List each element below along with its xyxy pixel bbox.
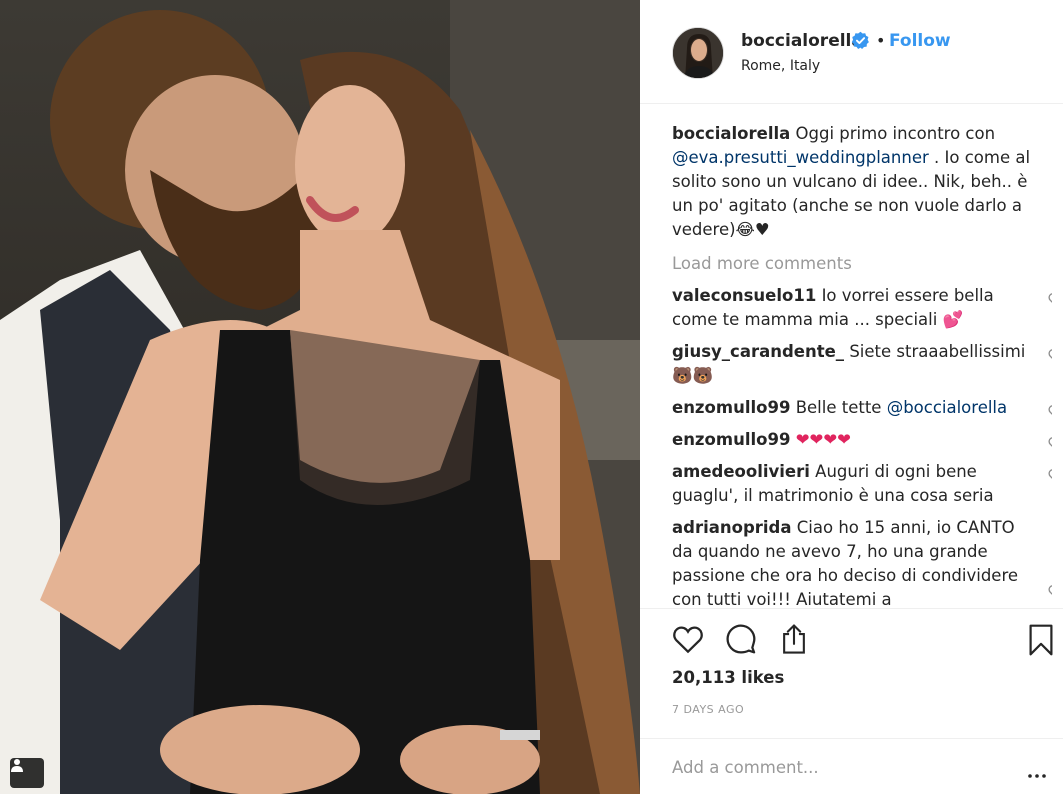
- bookmark-icon[interactable]: [1028, 623, 1054, 661]
- verified-badge-icon: [851, 31, 870, 50]
- comment-text: ❤❤❤❤: [795, 430, 851, 449]
- caption-mention-link[interactable]: @eva.presutti_weddingplanner: [672, 148, 929, 167]
- likes-count[interactable]: 20,113 likes: [672, 668, 784, 687]
- caption-text: Oggi primo incontro con: [795, 124, 996, 143]
- heart-icon[interactable]: [1048, 434, 1052, 458]
- comment-item: enzomullo99 Belle tette @boccialorella: [672, 396, 1052, 420]
- add-comment-bar: [640, 738, 1063, 794]
- post-photo[interactable]: [0, 0, 640, 794]
- heart-icon[interactable]: [1048, 402, 1052, 426]
- post-actions-bar: [640, 608, 1063, 663]
- heart-icon[interactable]: [1048, 582, 1052, 606]
- comment-username[interactable]: valeconsuelo11: [672, 286, 816, 305]
- comment-item: adrianoprida Ciao ho 15 anni, io CANTO d…: [672, 516, 1052, 608]
- separator-dot: •: [876, 31, 886, 50]
- load-more-comments-button[interactable]: Load more comments: [672, 252, 1052, 276]
- comment-username[interactable]: enzomullo99: [672, 398, 790, 417]
- comment-text: Belle tette: [795, 398, 882, 417]
- heart-icon[interactable]: [672, 624, 704, 658]
- comment-username[interactable]: enzomullo99: [672, 430, 790, 449]
- caption-username[interactable]: boccialorella: [672, 124, 790, 143]
- comment-username[interactable]: amedeoolivieri: [672, 462, 810, 481]
- post-photo-illustration: [0, 0, 640, 794]
- more-options-icon[interactable]: [1028, 763, 1046, 782]
- post-date[interactable]: 7 DAYS AGO: [672, 703, 744, 716]
- share-icon[interactable]: [779, 623, 809, 659]
- comment-item: giusy_carandente_ Siete straaabellissimi…: [672, 340, 1052, 388]
- post-author-username[interactable]: boccialorella: [741, 31, 863, 51]
- comment-mention-link[interactable]: @boccialorella: [887, 398, 1007, 417]
- heart-icon[interactable]: [1048, 466, 1052, 490]
- comment-bubble-icon[interactable]: [725, 623, 757, 659]
- comment-username[interactable]: adrianoprida: [672, 518, 792, 537]
- avatar[interactable]: [672, 27, 724, 79]
- heart-icon[interactable]: [1048, 290, 1052, 314]
- comment-item: valeconsuelo11 Io vorrei essere bella co…: [672, 284, 1052, 332]
- post-location[interactable]: Rome, Italy: [741, 58, 820, 74]
- comment-input[interactable]: [672, 754, 1002, 780]
- follow-button[interactable]: Follow: [889, 31, 951, 51]
- heart-icon[interactable]: [1048, 346, 1052, 370]
- comments-list[interactable]: boccialorella Oggi primo incontro con @e…: [672, 122, 1052, 608]
- comment-item: amedeoolivieri Auguri di ogni bene guagl…: [672, 460, 1052, 508]
- post-header: boccialorella • Follow Rome, Italy: [640, 0, 1063, 104]
- user-tag-icon[interactable]: [10, 758, 44, 788]
- post-caption: boccialorella Oggi primo incontro con @e…: [672, 122, 1032, 242]
- comment-item: enzomullo99 ❤❤❤❤: [672, 428, 1052, 452]
- post-side-panel: boccialorella • Follow Rome, Italy bocci…: [640, 0, 1063, 794]
- comment-username[interactable]: giusy_carandente_: [672, 342, 844, 361]
